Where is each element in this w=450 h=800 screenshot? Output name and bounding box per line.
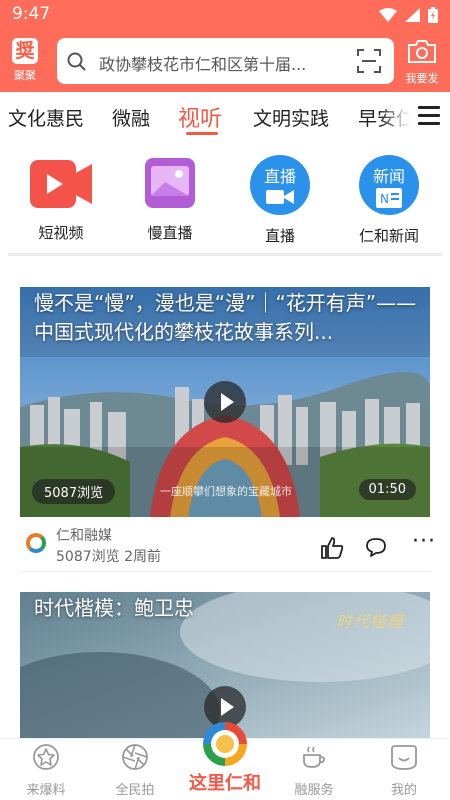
image-card-icon [145,158,195,208]
comment-icon[interactable] [365,537,387,557]
quick-link-short-video[interactable]: 短视频 [16,158,106,243]
views-badge: 5087浏览 [32,479,116,504]
renhe-logo-icon[interactable] [203,722,247,766]
post-button[interactable]: 我要发 [400,38,444,88]
video-card[interactable]: 慢不是“慢”，漫也是“漫”｜“花开有声”——中国式现代化的攀枝花故事系列... … [20,287,435,572]
card-stats: 5087浏览 2周前 [56,549,161,565]
video-title: 慢不是“慢”，漫也是“漫”｜“花开有声”——中国式现代化的攀枝花故事系列... [34,291,417,344]
coffee-cup-icon [303,746,326,768]
search-bar[interactable]: 政协攀枝花市仁和区第十届... [57,38,394,84]
thumbs-up-icon[interactable] [320,537,344,559]
video-card[interactable]: 时代楷模：鲍卫忠 时代楷模 [20,592,430,742]
quick-link-live[interactable]: 直播 直播 [235,155,325,246]
quick-link-label: 仁和新闻 [358,227,419,245]
video-subtitle: 一座顺攀们想象的宝藏城市 [160,485,292,498]
video-thumbnail[interactable]: 时代楷模：鲍卫忠 时代楷模 [20,592,430,742]
battery-icon [428,7,438,23]
nav-item-baoliao[interactable]: 来爆料 [6,743,86,798]
nav-item-rongfuwu[interactable]: 融服务 [274,743,354,798]
play-button[interactable] [204,381,246,423]
news-icon: 新闻 N [359,155,419,215]
app-logo-label: 聚聚 [14,69,36,82]
svg-text:N: N [380,192,389,206]
card-divider [20,571,430,572]
video-thumbnail[interactable]: 慢不是“慢”，漫也是“漫”｜“花开有声”——中国式现代化的攀枝花故事系列... … [20,287,430,517]
wifi-icon [379,8,397,22]
nav-label: 融服务 [294,783,334,798]
status-bar: 9:47 [0,0,450,30]
nav-item-quanminpai[interactable]: 全民拍 [95,743,175,798]
duration-badge: 01:50 [358,479,416,500]
smile-face-icon [391,745,417,770]
nav-label: 这里仁和 [189,773,261,794]
search-placeholder: 政协攀枝花市仁和区第十届... [99,55,307,74]
more-options-icon[interactable]: ··· [412,531,436,553]
tab-weirong[interactable]: 微融 [112,104,150,131]
quick-link-slow-live[interactable]: 慢直播 [125,158,215,243]
live-icon: 直播 [250,155,310,215]
tab-wenming[interactable]: 文明实践 [253,104,329,131]
quick-link-news[interactable]: 新闻 N 仁和新闻 [344,155,434,246]
post-button-label: 我要发 [405,72,439,85]
source-name[interactable]: 仁和融媒 [56,525,112,545]
tab-shiting[interactable]: 视听 [178,101,222,133]
source-logo-icon [26,533,46,553]
search-icon [67,52,86,71]
channel-tabs: 文化惠民 微融 视听 文明实践 早安仁和 [0,92,450,142]
nav-label: 我的 [390,783,417,798]
active-tab-indicator [186,132,218,135]
scan-icon[interactable] [356,48,382,74]
channel-menu-button[interactable] [418,106,440,126]
card-meta: 仁和融媒 5087浏览 2周前 ··· [20,517,435,571]
status-time: 9:47 [12,4,51,24]
quick-links: 短视频 慢直播 直播 直播 新闻 N 仁和新闻 [0,142,450,252]
camera-icon [408,40,436,63]
signal-icon [405,8,420,22]
nav-label: 全民拍 [115,783,155,798]
video-camera-icon [30,160,92,208]
star-badge-icon [33,744,59,770]
quick-link-label: 慢直播 [147,224,193,242]
app-logo-icon: 奨 [12,38,38,64]
nav-item-wode[interactable]: 我的 [364,743,444,798]
section-divider [8,253,442,256]
video-watermark: 时代楷模 [335,612,404,631]
app-logo-button[interactable]: 奨 聚聚 [8,38,42,86]
nav-label: 来爆料 [26,783,66,798]
quick-link-label: 直播 [264,227,295,245]
aperture-icon [122,744,148,770]
tab-wenhua[interactable]: 文化惠民 [8,104,84,131]
quick-link-label: 短视频 [38,224,84,242]
top-bar: 奨 聚聚 政协攀枝花市仁和区第十届... 我要发 [0,30,450,92]
